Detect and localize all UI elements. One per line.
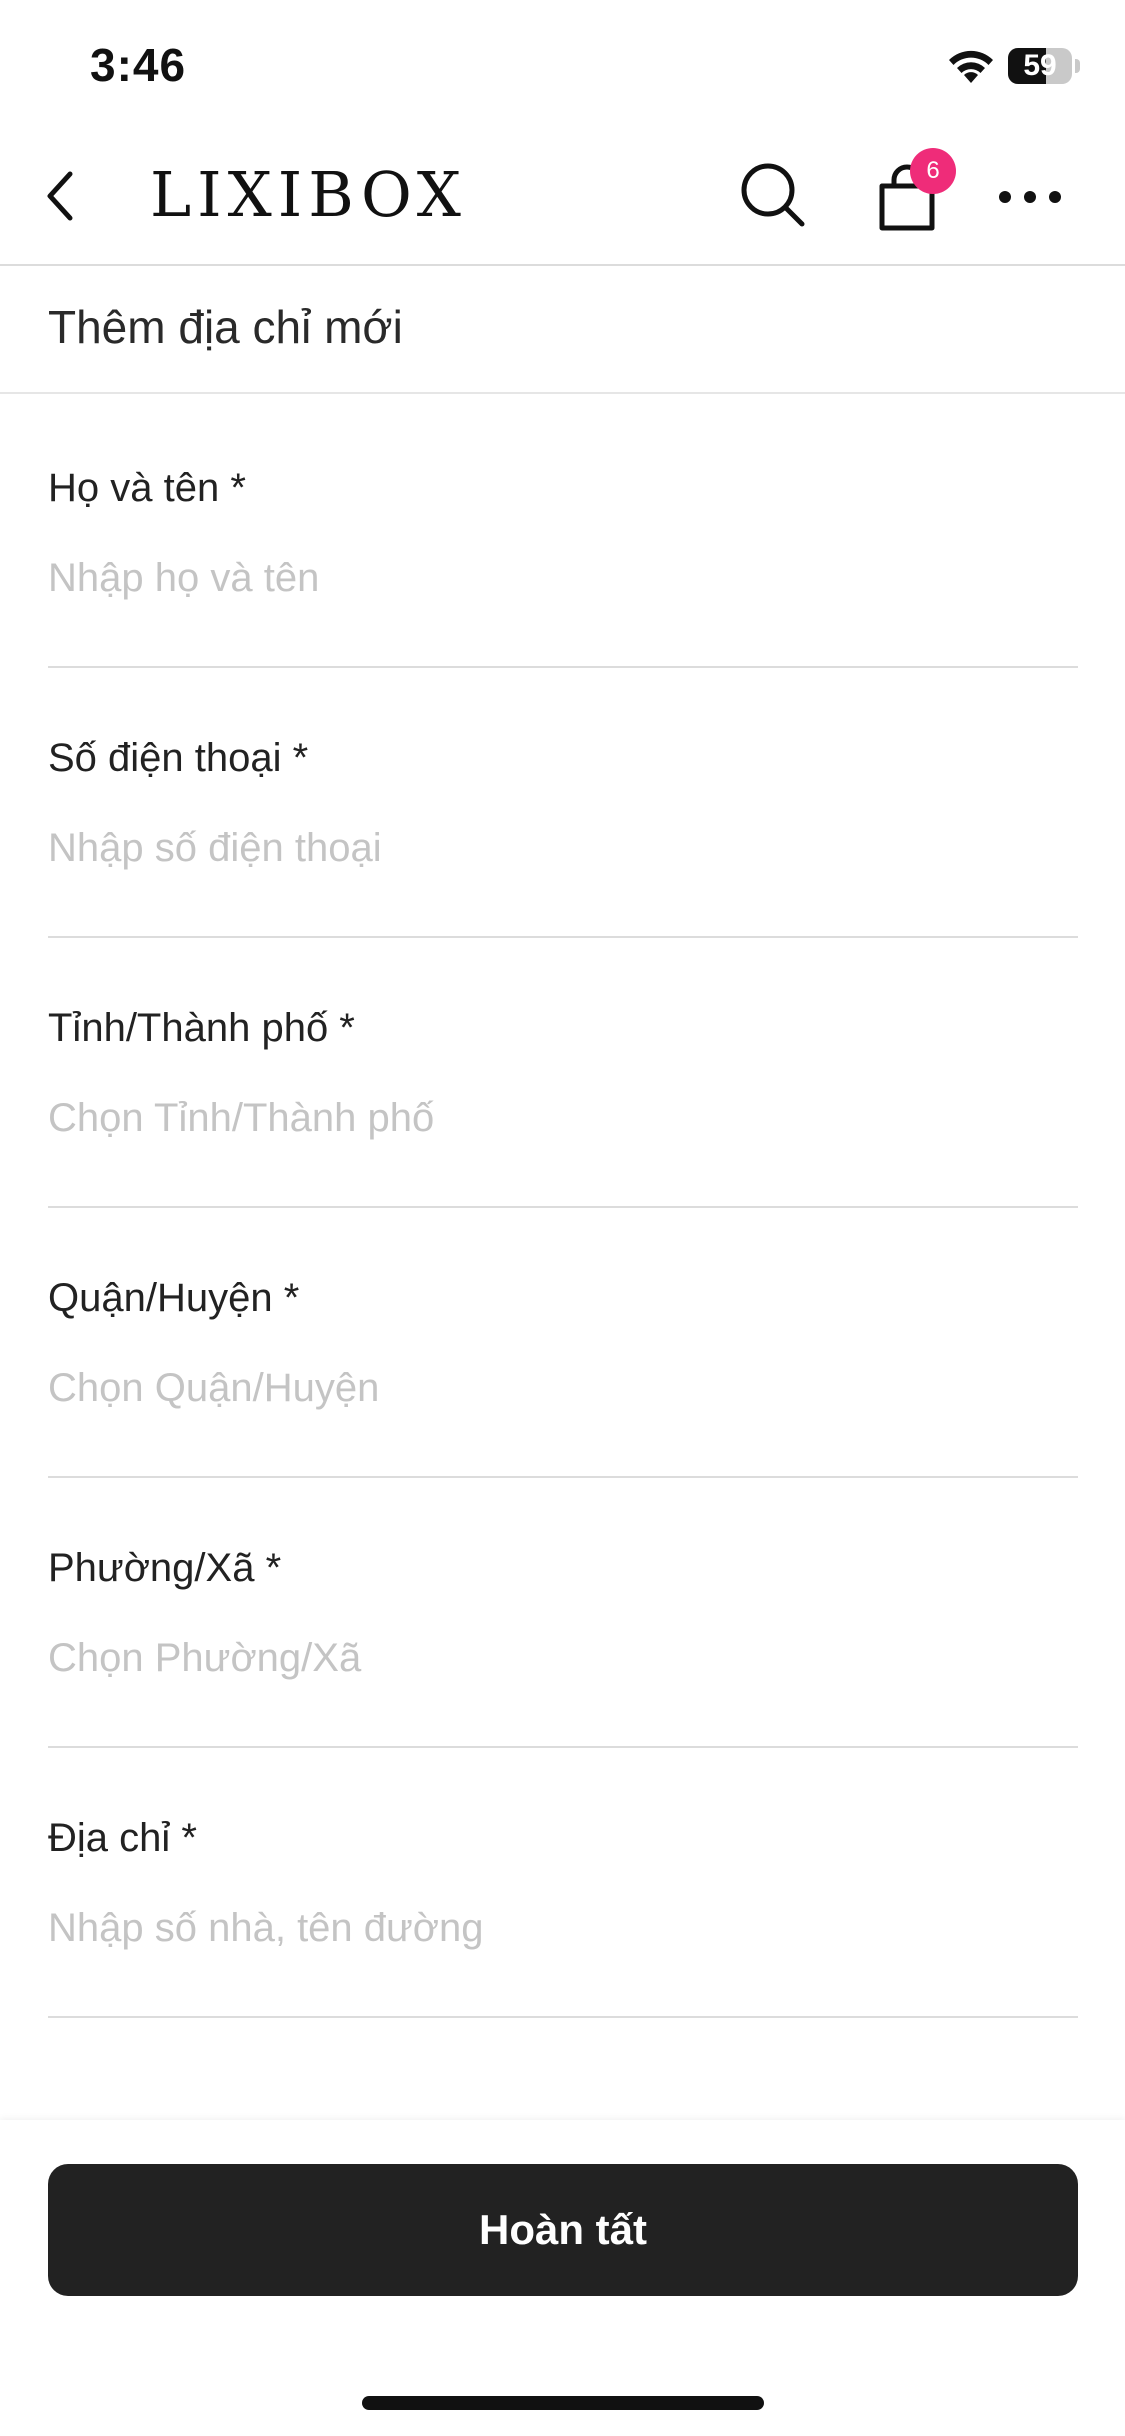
back-chevron-icon bbox=[47, 171, 73, 221]
more-button[interactable] bbox=[995, 182, 1065, 212]
full-name-field: Họ và tên * bbox=[48, 466, 1078, 668]
street-address-field: Địa chỉ * bbox=[48, 1816, 1078, 2018]
brand-logo[interactable]: LIXIBOX bbox=[150, 160, 467, 230]
ward-field: Phường/Xã * bbox=[48, 1546, 1078, 1748]
battery-icon: 59 bbox=[1008, 48, 1080, 84]
full-name-input[interactable] bbox=[48, 548, 1048, 608]
battery-level: 59 bbox=[1023, 49, 1057, 82]
province-select[interactable] bbox=[48, 1088, 1048, 1148]
street-address-label: Địa chỉ * bbox=[48, 1816, 197, 1860]
page-title: Thêm địa chỉ mới bbox=[48, 301, 403, 353]
wifi-icon bbox=[949, 50, 993, 83]
province-label: Tỉnh/Thành phố * bbox=[48, 1006, 355, 1050]
home-indicator[interactable] bbox=[362, 2396, 764, 2410]
back-button[interactable] bbox=[30, 166, 90, 226]
submit-button[interactable]: Hoàn tất bbox=[48, 2164, 1078, 2296]
status-bar: 3:46 59 bbox=[0, 0, 1125, 130]
ward-select[interactable] bbox=[48, 1628, 1048, 1688]
phone-label: Số điện thoại * bbox=[48, 736, 309, 780]
search-button[interactable] bbox=[738, 160, 808, 230]
phone-input[interactable] bbox=[48, 818, 1048, 878]
district-select[interactable] bbox=[48, 1358, 1048, 1418]
phone-field: Số điện thoại * bbox=[48, 736, 1078, 938]
district-label: Quận/Huyện * bbox=[48, 1276, 300, 1320]
province-field: Tỉnh/Thành phố * bbox=[48, 1006, 1078, 1208]
full-name-label: Họ và tên * bbox=[48, 466, 246, 510]
district-field: Quận/Huyện * bbox=[48, 1276, 1078, 1478]
navigation-bar: LIXIBOX 6 bbox=[0, 130, 1125, 266]
section-header: Thêm địa chỉ mới bbox=[0, 266, 1125, 394]
search-icon bbox=[741, 163, 805, 227]
bottom-action-bar: Hoàn tất bbox=[0, 2120, 1125, 2436]
street-address-input[interactable] bbox=[48, 1898, 1048, 1958]
status-time: 3:46 bbox=[90, 39, 187, 91]
cart-count-badge: 6 bbox=[910, 148, 956, 194]
more-dots-icon bbox=[999, 191, 1061, 203]
ward-label: Phường/Xã * bbox=[48, 1546, 282, 1590]
